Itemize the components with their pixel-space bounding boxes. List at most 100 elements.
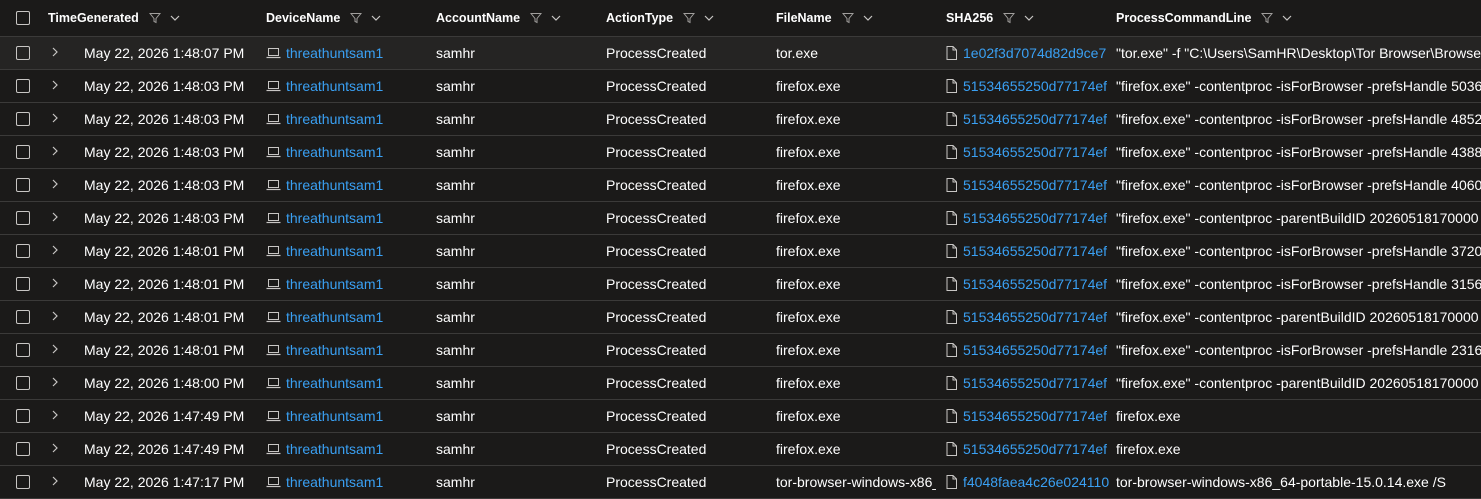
device-link[interactable]: threathuntsam1 <box>286 441 383 457</box>
chevron-right-icon[interactable] <box>50 243 60 259</box>
chevron-right-icon[interactable] <box>50 375 60 391</box>
chevron-down-icon[interactable] <box>370 12 382 24</box>
table-row[interactable]: May 22, 2026 1:48:01 PM threathuntsam1 s… <box>0 301 1481 334</box>
cell-actiontype: ProcessCreated <box>606 45 707 61</box>
table-row[interactable]: May 22, 2026 1:48:01 PM threathuntsam1 s… <box>0 268 1481 301</box>
chevron-down-icon[interactable] <box>1023 12 1035 24</box>
table-row[interactable]: May 22, 2026 1:48:07 PM threathuntsam1 s… <box>0 37 1481 70</box>
chevron-right-icon[interactable] <box>50 441 60 457</box>
table-row[interactable]: May 22, 2026 1:48:01 PM threathuntsam1 s… <box>0 334 1481 367</box>
device-link[interactable]: threathuntsam1 <box>286 342 383 358</box>
table-row[interactable]: May 22, 2026 1:48:03 PM threathuntsam1 s… <box>0 136 1481 169</box>
column-header-filename[interactable]: FileName <box>776 0 936 36</box>
sha256-link[interactable]: 51534655250d77174ef <box>963 441 1107 457</box>
row-checkbox[interactable] <box>16 310 30 324</box>
device-link[interactable]: threathuntsam1 <box>286 210 383 226</box>
chevron-right-icon[interactable] <box>50 342 60 358</box>
chevron-down-icon[interactable] <box>1281 12 1293 24</box>
chevron-right-icon[interactable] <box>50 177 60 193</box>
column-header-processcommandline[interactable]: ProcessCommandLine <box>1116 0 1416 36</box>
chevron-down-icon[interactable] <box>550 12 562 24</box>
sha256-link[interactable]: 51534655250d77174ef <box>963 309 1107 325</box>
chevron-down-icon[interactable] <box>862 12 874 24</box>
table-row[interactable]: May 22, 2026 1:48:03 PM threathuntsam1 s… <box>0 202 1481 235</box>
sha256-link[interactable]: 51534655250d77174ef <box>963 342 1107 358</box>
cell-actiontype: ProcessCreated <box>606 474 707 490</box>
device-link[interactable]: threathuntsam1 <box>286 375 383 391</box>
table-row[interactable]: May 22, 2026 1:47:49 PM threathuntsam1 s… <box>0 400 1481 433</box>
row-checkbox[interactable] <box>16 277 30 291</box>
row-checkbox[interactable] <box>16 409 30 423</box>
row-checkbox[interactable] <box>16 343 30 357</box>
sha256-link[interactable]: 1e02f3d7074d82d9ce7 <box>963 45 1106 61</box>
device-link[interactable]: threathuntsam1 <box>286 309 383 325</box>
table-row[interactable]: May 22, 2026 1:47:17 PM threathuntsam1 s… <box>0 466 1481 499</box>
device-link[interactable]: threathuntsam1 <box>286 276 383 292</box>
table-row[interactable]: May 22, 2026 1:48:03 PM threathuntsam1 s… <box>0 70 1481 103</box>
filter-icon[interactable] <box>530 12 543 24</box>
table-row[interactable]: May 22, 2026 1:48:03 PM threathuntsam1 s… <box>0 169 1481 202</box>
chevron-right-icon[interactable] <box>50 45 60 61</box>
chevron-right-icon[interactable] <box>50 111 60 127</box>
chevron-right-icon[interactable] <box>50 408 60 424</box>
row-checkbox[interactable] <box>16 376 30 390</box>
chevron-right-icon[interactable] <box>50 309 60 325</box>
device-link[interactable]: threathuntsam1 <box>286 111 383 127</box>
laptop-icon <box>266 476 281 488</box>
chevron-right-icon[interactable] <box>50 78 60 94</box>
sha256-link[interactable]: 51534655250d77174ef <box>963 408 1107 424</box>
select-all-checkbox[interactable] <box>16 11 30 25</box>
laptop-icon <box>266 311 281 323</box>
column-header-accountname[interactable]: AccountName <box>436 0 596 36</box>
chevron-down-icon[interactable] <box>169 12 181 24</box>
device-link[interactable]: threathuntsam1 <box>286 474 383 490</box>
row-checkbox[interactable] <box>16 475 30 489</box>
device-link[interactable]: threathuntsam1 <box>286 243 383 259</box>
chevron-right-icon[interactable] <box>50 276 60 292</box>
column-header-sha256[interactable]: SHA256 <box>946 0 1109 36</box>
filter-icon[interactable] <box>350 12 363 24</box>
table-row[interactable]: May 22, 2026 1:47:49 PM threathuntsam1 s… <box>0 433 1481 466</box>
cell-processcommandline: "firefox.exe" -contentproc -isForBrowser… <box>1116 276 1481 292</box>
column-header-devicename[interactable]: DeviceName <box>266 0 426 36</box>
table-row[interactable]: May 22, 2026 1:48:01 PM threathuntsam1 s… <box>0 235 1481 268</box>
row-checkbox[interactable] <box>16 79 30 93</box>
filter-icon[interactable] <box>841 12 854 24</box>
chevron-right-icon[interactable] <box>50 210 60 226</box>
device-link[interactable]: threathuntsam1 <box>286 408 383 424</box>
sha256-link[interactable]: f4048faea4c26e024110 <box>963 474 1109 490</box>
row-checkbox[interactable] <box>16 46 30 60</box>
filter-icon[interactable] <box>1261 12 1274 24</box>
sha256-link[interactable]: 51534655250d77174ef <box>963 375 1107 391</box>
row-checkbox[interactable] <box>16 112 30 126</box>
sha256-link[interactable]: 51534655250d77174ef <box>963 144 1107 160</box>
row-checkbox[interactable] <box>16 244 30 258</box>
sha256-link[interactable]: 51534655250d77174ef <box>963 78 1107 94</box>
chevron-down-icon[interactable] <box>703 12 715 24</box>
chevron-right-icon[interactable] <box>50 144 60 160</box>
filter-icon[interactable] <box>148 12 161 24</box>
sha256-link[interactable]: 51534655250d77174ef <box>963 111 1107 127</box>
column-header-timegenerated[interactable]: TimeGenerated <box>48 0 248 36</box>
row-select-cell <box>16 70 36 102</box>
filter-icon[interactable] <box>683 12 696 24</box>
row-checkbox[interactable] <box>16 442 30 456</box>
device-link[interactable]: threathuntsam1 <box>286 45 383 61</box>
device-link[interactable]: threathuntsam1 <box>286 78 383 94</box>
sha256-link[interactable]: 51534655250d77174ef <box>963 243 1107 259</box>
chevron-right-icon[interactable] <box>50 474 60 490</box>
device-link[interactable]: threathuntsam1 <box>286 177 383 193</box>
cell-filename: tor.exe <box>776 45 819 61</box>
table-row[interactable]: May 22, 2026 1:48:03 PM threathuntsam1 s… <box>0 103 1481 136</box>
sha256-link[interactable]: 51534655250d77174ef <box>963 210 1107 226</box>
row-checkbox[interactable] <box>16 178 30 192</box>
table-row[interactable]: May 22, 2026 1:48:00 PM threathuntsam1 s… <box>0 367 1481 400</box>
row-checkbox[interactable] <box>16 145 30 159</box>
cell-devicename: threathuntsam1 <box>266 103 426 135</box>
device-link[interactable]: threathuntsam1 <box>286 144 383 160</box>
row-checkbox[interactable] <box>16 211 30 225</box>
column-header-actiontype[interactable]: ActionType <box>606 0 766 36</box>
filter-icon[interactable] <box>1003 12 1016 24</box>
sha256-link[interactable]: 51534655250d77174ef <box>963 276 1107 292</box>
sha256-link[interactable]: 51534655250d77174ef <box>963 177 1107 193</box>
